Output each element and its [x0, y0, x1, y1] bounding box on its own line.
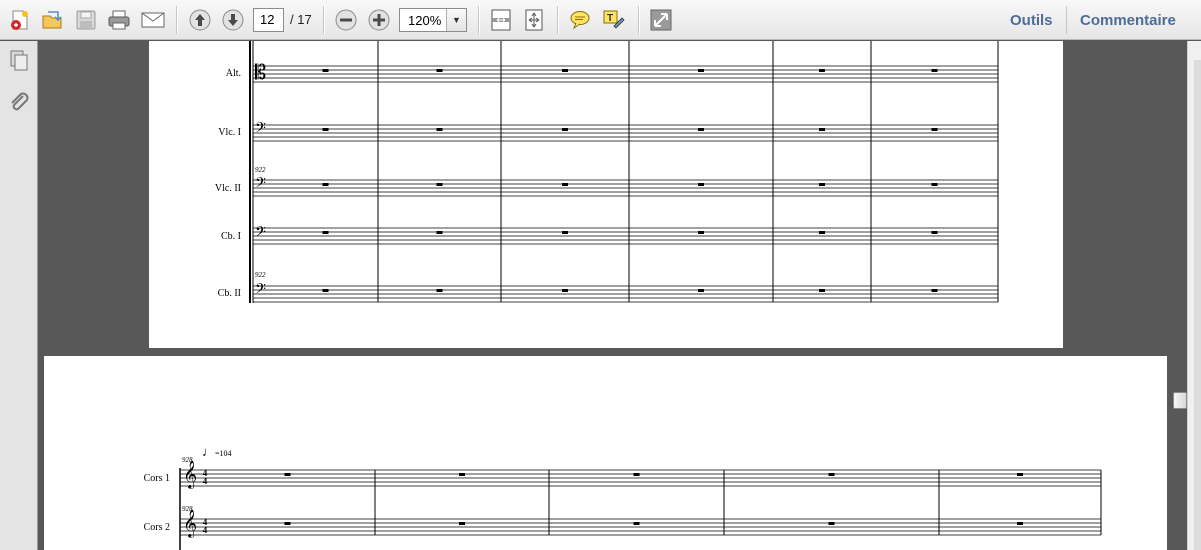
create-pdf-icon[interactable] — [6, 6, 34, 34]
save-icon[interactable] — [72, 6, 100, 34]
page-number-input[interactable]: 12 — [253, 8, 284, 32]
toolbar-separator — [1066, 6, 1067, 34]
instrument-label: Cors 2 — [143, 522, 170, 533]
svg-text:T: T — [607, 13, 613, 24]
fit-page-icon[interactable] — [487, 6, 515, 34]
time-signature-bottom: 4 — [202, 525, 208, 535]
instrument-label: Cb. I — [221, 231, 241, 242]
navigation-panel — [0, 41, 38, 550]
time-signature: 4 4 — [201, 469, 209, 486]
attachments-panel-icon[interactable] — [7, 91, 31, 115]
time-signature-bottom: 4 — [202, 476, 208, 486]
zoom-value: 120% — [408, 13, 442, 28]
expand-icon[interactable] — [647, 6, 675, 34]
toolbar: 12 / 17 120% ▼ T Outils Commentaire — [0, 0, 1201, 40]
tempo-marking: ♩=104 — [202, 444, 232, 460]
pages-panel-icon[interactable] — [7, 49, 31, 73]
measure-number: 922 — [255, 166, 266, 174]
print-icon[interactable] — [105, 6, 133, 34]
bass-clef-icon: 𝄢 — [255, 224, 266, 244]
scrollbar-thumb[interactable] — [1173, 392, 1187, 409]
zoom-out-icon[interactable] — [332, 6, 360, 34]
score-staves — [249, 41, 999, 303]
viewer-background — [1167, 41, 1187, 550]
toolbar-separator — [323, 6, 324, 34]
toolbar-separator — [176, 6, 177, 34]
toolbar-separator — [557, 6, 558, 34]
quarter-note-icon: ♩ — [202, 444, 215, 459]
time-signature: 4 4 — [201, 518, 209, 535]
alto-clef-icon: 𝄡 — [255, 60, 267, 84]
zoom-select[interactable]: 120% ▼ — [399, 8, 467, 32]
treble-clef-icon: 𝄞 — [183, 509, 198, 537]
tempo-value: =104 — [215, 449, 232, 458]
scrollbar-track[interactable] — [1194, 60, 1201, 550]
comment-button[interactable]: Commentaire — [1080, 12, 1176, 29]
instrument-label: Cb. II — [217, 288, 241, 299]
toolbar-separator — [638, 6, 639, 34]
pdf-page: Alt. Vlc. I Vlc. II Cb. I Cb. II 922 922… — [149, 41, 1063, 348]
previous-page-icon[interactable] — [186, 6, 214, 34]
instrument-label: Vlc. II — [214, 183, 241, 194]
fit-width-icon[interactable] — [520, 6, 548, 34]
treble-clef-icon: 𝄞 — [183, 460, 198, 488]
page-total: / 17 — [290, 12, 312, 27]
next-page-icon[interactable] — [219, 6, 247, 34]
tools-button[interactable]: Outils — [1010, 12, 1053, 29]
toolbar-separator — [478, 6, 479, 34]
bass-clef-icon: 𝄢 — [255, 281, 266, 301]
chevron-down-icon[interactable]: ▼ — [446, 9, 466, 31]
measure-number: 922 — [255, 271, 266, 279]
instrument-label: Cors 1 — [143, 473, 170, 484]
email-icon[interactable] — [139, 6, 167, 34]
instrument-label: Alt. — [225, 68, 241, 79]
bass-clef-icon: 𝄢 — [255, 120, 266, 140]
pdf-page: ♩=104 928 928 Cors 1 Cors 2 𝄞 𝄞 4 4 4 4 — [44, 356, 1167, 550]
instrument-label: Vlc. I — [218, 127, 241, 138]
comment-icon[interactable] — [566, 6, 594, 34]
highlight-text-icon[interactable]: T — [600, 6, 628, 34]
bass-clef-icon: 𝄢 — [255, 175, 266, 195]
zoom-in-icon[interactable] — [365, 6, 393, 34]
open-file-icon[interactable] — [38, 6, 66, 34]
